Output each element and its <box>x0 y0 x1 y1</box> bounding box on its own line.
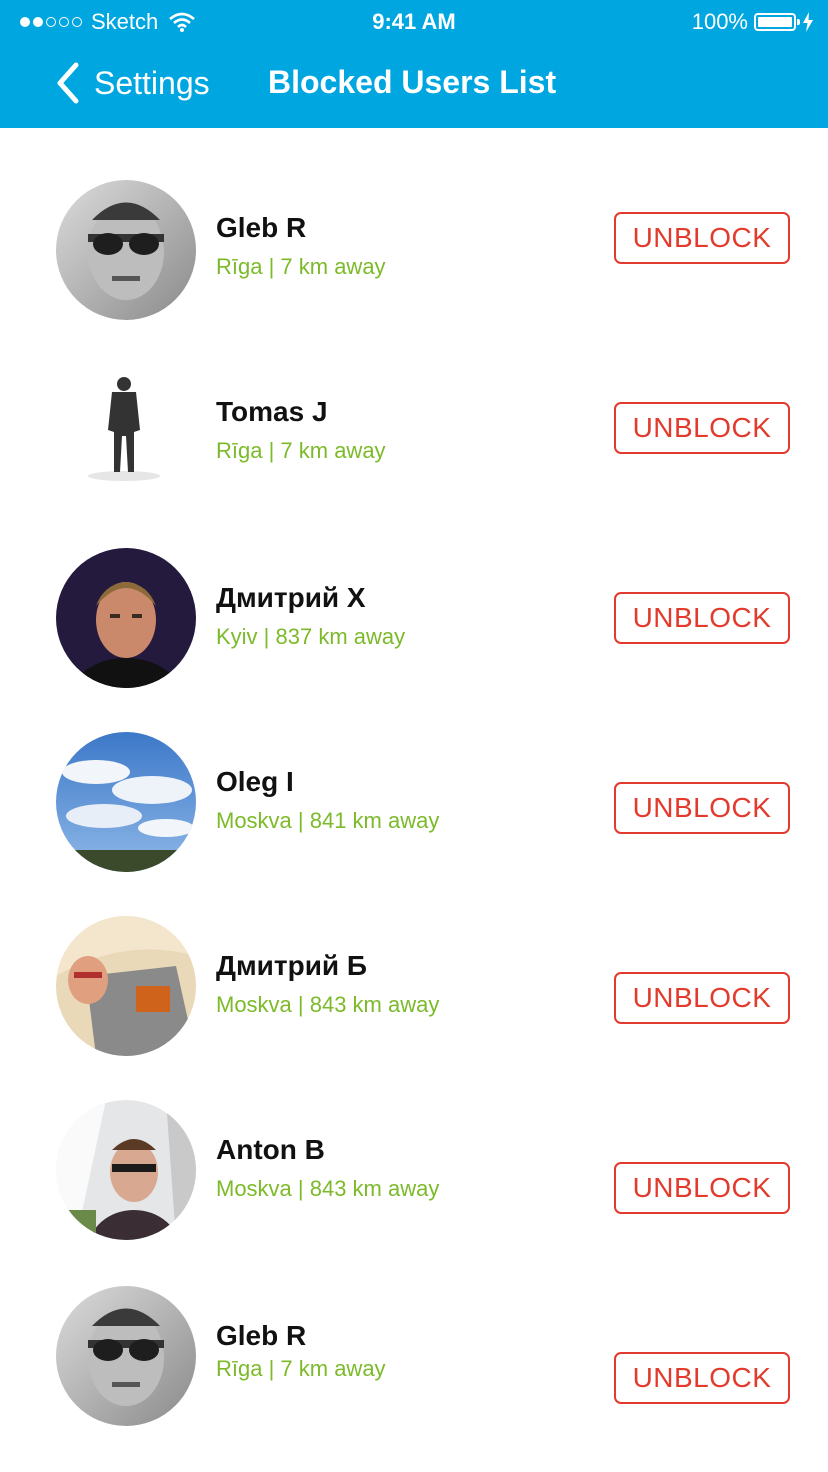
user-location: Moskva | 841 km away <box>216 808 440 833</box>
list-item: Дмитрий Б Moskva | 843 km away UNBLOCK <box>0 916 828 1066</box>
unblock-button[interactable]: UNBLOCK <box>614 212 790 264</box>
avatar <box>56 732 196 872</box>
list-item: Дмитрий Х Kyiv | 837 km away UNBLOCK <box>0 548 828 698</box>
unblock-button[interactable]: UNBLOCK <box>614 1352 790 1404</box>
battery-status: 100% <box>692 9 814 35</box>
avatar <box>56 180 196 320</box>
unblock-button[interactable]: UNBLOCK <box>614 1162 790 1214</box>
user-name: Anton B <box>216 1134 325 1165</box>
user-location: Rīga | 7 km away <box>216 438 386 463</box>
unblock-button[interactable]: UNBLOCK <box>614 782 790 834</box>
navigation-header: Sketch 9:41 AM 100% Settings Blocked Use… <box>0 0 828 128</box>
avatar-placeholder <box>56 370 196 510</box>
avatar <box>56 916 196 1056</box>
page-title: Blocked Users List <box>268 64 557 100</box>
battery-percentage: 100% <box>691 9 748 34</box>
list-item: Anton B Moskva | 843 km away UNBLOCK <box>0 1100 828 1250</box>
user-location: Rīga | 7 km away <box>216 1356 386 1381</box>
user-name: Gleb R <box>216 212 307 243</box>
user-location: Moskva | 843 km away <box>216 1176 440 1201</box>
unblock-button[interactable]: UNBLOCK <box>614 402 790 454</box>
charging-bolt-icon <box>803 12 813 32</box>
user-name: Tomas J <box>216 396 328 427</box>
avatar <box>56 548 196 688</box>
list-item: Gleb R Rīga | 7 km away UNBLOCK <box>0 180 828 330</box>
list-item: Gleb R Rīga | 7 km away UNBLOCK <box>0 1286 828 1436</box>
unblock-button[interactable]: UNBLOCK <box>614 592 790 644</box>
status-bar: Sketch 9:41 AM 100% <box>0 0 828 44</box>
avatar <box>56 1100 196 1240</box>
user-location: Kyiv | 837 km away <box>216 624 406 649</box>
user-name: Дмитрий Х <box>216 582 366 613</box>
user-name: Gleb R <box>216 1320 307 1351</box>
back-button-label: Settings <box>94 64 210 101</box>
chevron-left-icon <box>57 62 79 104</box>
user-name: Дмитрий Б <box>216 950 368 981</box>
user-location: Rīga | 7 km away <box>216 254 386 279</box>
list-item: Oleg I Moskva | 841 km away UNBLOCK <box>0 732 828 882</box>
list-item: Tomas J Rīga | 7 km away UNBLOCK <box>0 370 828 520</box>
avatar <box>56 1286 196 1426</box>
user-name: Oleg I <box>216 766 294 797</box>
battery-icon <box>754 13 800 31</box>
user-location: Moskva | 843 km away <box>216 992 440 1017</box>
back-button[interactable]: Settings <box>54 62 210 104</box>
unblock-button[interactable]: UNBLOCK <box>614 972 790 1024</box>
